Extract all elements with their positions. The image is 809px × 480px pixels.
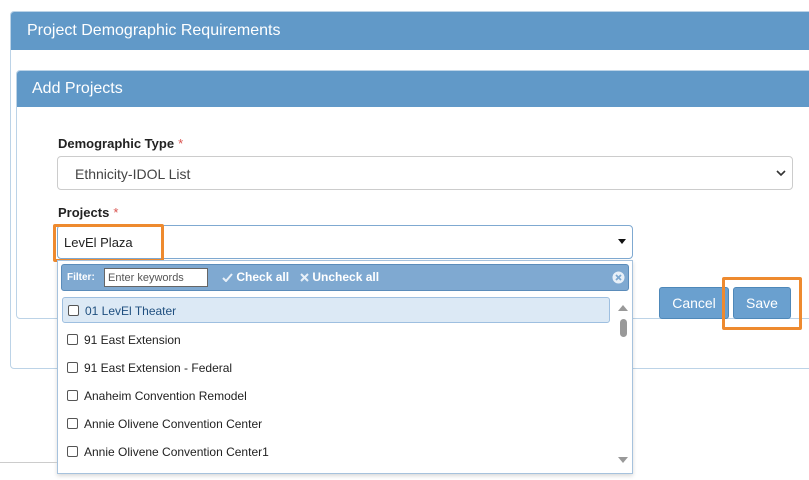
list-item-label: Anaheim Convention Remodel: [84, 389, 247, 403]
caret-down-icon: [618, 239, 626, 244]
list-item[interactable]: 91 East Extension - Federal: [62, 355, 610, 381]
chevron-down-icon: [776, 170, 786, 177]
checkbox[interactable]: [68, 305, 79, 316]
checkbox[interactable]: [67, 418, 78, 429]
demographic-type-label-text: Demographic Type: [58, 136, 175, 151]
uncheck-all-label: Uncheck all: [312, 270, 380, 284]
check-icon: [222, 273, 233, 283]
check-all-label: Check all: [236, 270, 290, 284]
list-item[interactable]: 91 East Extension: [62, 327, 610, 353]
list-item[interactable]: Annie Olivene Convention Center1: [62, 439, 610, 465]
demographic-type-value: Ethnicity-IDOL List: [75, 166, 191, 182]
close-icon: [300, 273, 309, 282]
list-item[interactable]: 01 LevEl Theater: [62, 297, 610, 323]
filter-input[interactable]: [104, 268, 208, 287]
checkbox[interactable]: [67, 334, 78, 345]
list-item-label: Annie Olivene Convention Center: [84, 417, 263, 431]
filter-label: Filter:: [67, 272, 95, 283]
close-circle-icon[interactable]: [612, 271, 625, 284]
scroll-up-arrow-icon[interactable]: [616, 303, 630, 313]
list-item[interactable]: Annie Olivene Convention Center: [62, 411, 610, 437]
list-item[interactable]: Anaheim Convention Remodel: [62, 383, 610, 409]
list-item-label: 01 LevEl Theater: [85, 304, 177, 318]
save-button[interactable]: Save: [733, 287, 791, 319]
demographic-type-select[interactable]: Ethnicity-IDOL List: [57, 156, 793, 190]
list-item-label: Annie Olivene Convention Center1: [84, 445, 269, 459]
projects-label-text: Projects: [58, 205, 110, 220]
checkbox[interactable]: [67, 362, 78, 373]
panel-title: Add Projects: [17, 71, 809, 107]
uncheck-all-link[interactable]: Uncheck all: [300, 270, 379, 284]
divider: [0, 462, 57, 463]
page-title: Project Demographic Requirements: [11, 12, 809, 50]
filter-bar: Filter: Check all Uncheck all: [61, 264, 629, 291]
projects-select[interactable]: LevEl Plaza: [57, 225, 633, 259]
projects-label: Projects *: [58, 205, 118, 220]
required-marker: *: [178, 136, 184, 151]
checkbox[interactable]: [67, 446, 78, 457]
demographic-type-label: Demographic Type *: [58, 136, 183, 151]
scrollbar[interactable]: [616, 301, 630, 469]
scroll-down-arrow-icon[interactable]: [616, 455, 630, 465]
list-item-label: 91 East Extension: [84, 333, 181, 347]
list-item-label: 91 East Extension - Federal: [84, 361, 233, 375]
required-marker: *: [113, 205, 119, 220]
cancel-button[interactable]: Cancel: [659, 287, 729, 319]
projects-value: LevEl Plaza: [64, 235, 133, 250]
projects-dropdown: Filter: Check all Uncheck all 01 LevEl T…: [57, 260, 633, 474]
check-all-link[interactable]: Check all: [222, 270, 289, 284]
checkbox[interactable]: [67, 390, 78, 401]
scrollbar-thumb[interactable]: [620, 319, 627, 337]
